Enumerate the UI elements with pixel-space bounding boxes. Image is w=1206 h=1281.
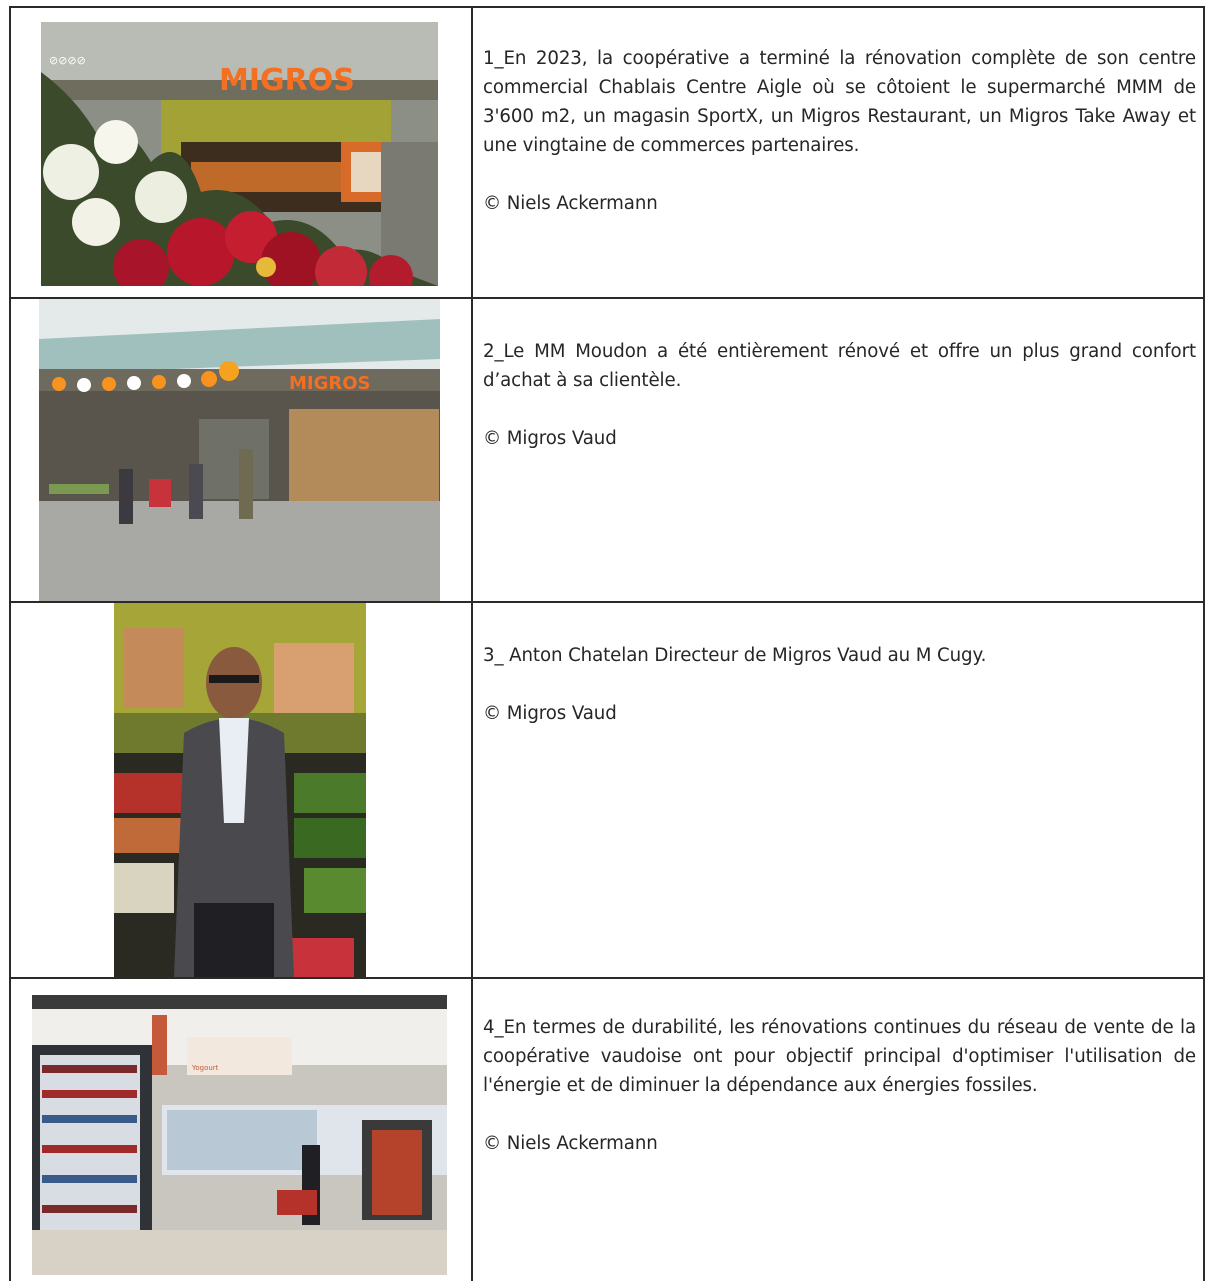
table-border-right	[1203, 6, 1205, 1281]
caption-cell-1: 1_En 2023, la coopérative a terminé la r…	[483, 44, 1196, 218]
caption-cell-2: 2_Le MM Moudon a été entièrement rénové …	[483, 337, 1196, 453]
caption-text: 3_ Anton Chatelan Directeur de Migros Va…	[483, 645, 987, 666]
photo-credit: © Migros Vaud	[483, 703, 617, 724]
caption-cell-4: 4_En termes de durabilité, les rénovatio…	[483, 1013, 1196, 1158]
photo-sign-text: Yogourt	[191, 1064, 219, 1072]
row-divider-3	[9, 977, 1205, 979]
photo-sign-text: MIGROS	[219, 63, 355, 98]
caption-cell-3: 3_ Anton Chatelan Directeur de Migros Va…	[483, 641, 1196, 728]
column-divider	[471, 6, 473, 1281]
caption-text: 1_En 2023, la coopérative a terminé la r…	[483, 48, 1196, 156]
photo-anton-chatelan	[114, 603, 366, 977]
photo-credit: © Migros Vaud	[483, 428, 617, 449]
photo-sign-text: MIGROS	[289, 373, 371, 394]
table-border-top	[9, 6, 1205, 8]
svg-text:⊘⊘⊘⊘: ⊘⊘⊘⊘	[49, 54, 86, 67]
photo-credit: © Niels Ackermann	[483, 193, 658, 214]
caption-text: 2_Le MM Moudon a été entièrement rénové …	[483, 341, 1196, 391]
table-border-left	[9, 6, 11, 1281]
caption-text: 4_En termes de durabilité, les rénovatio…	[483, 1017, 1196, 1096]
photo-chablais-centre: MIGROS ⊘⊘⊘⊘	[41, 22, 438, 286]
photo-store-interior: Yogourt	[32, 995, 447, 1275]
photo-credit: © Niels Ackermann	[483, 1133, 658, 1154]
photo-mm-moudon: MIGROS	[39, 299, 440, 601]
photo-caption-table: MIGROS ⊘⊘⊘⊘ 1_En 2023, la coopérative a …	[9, 6, 1205, 1281]
